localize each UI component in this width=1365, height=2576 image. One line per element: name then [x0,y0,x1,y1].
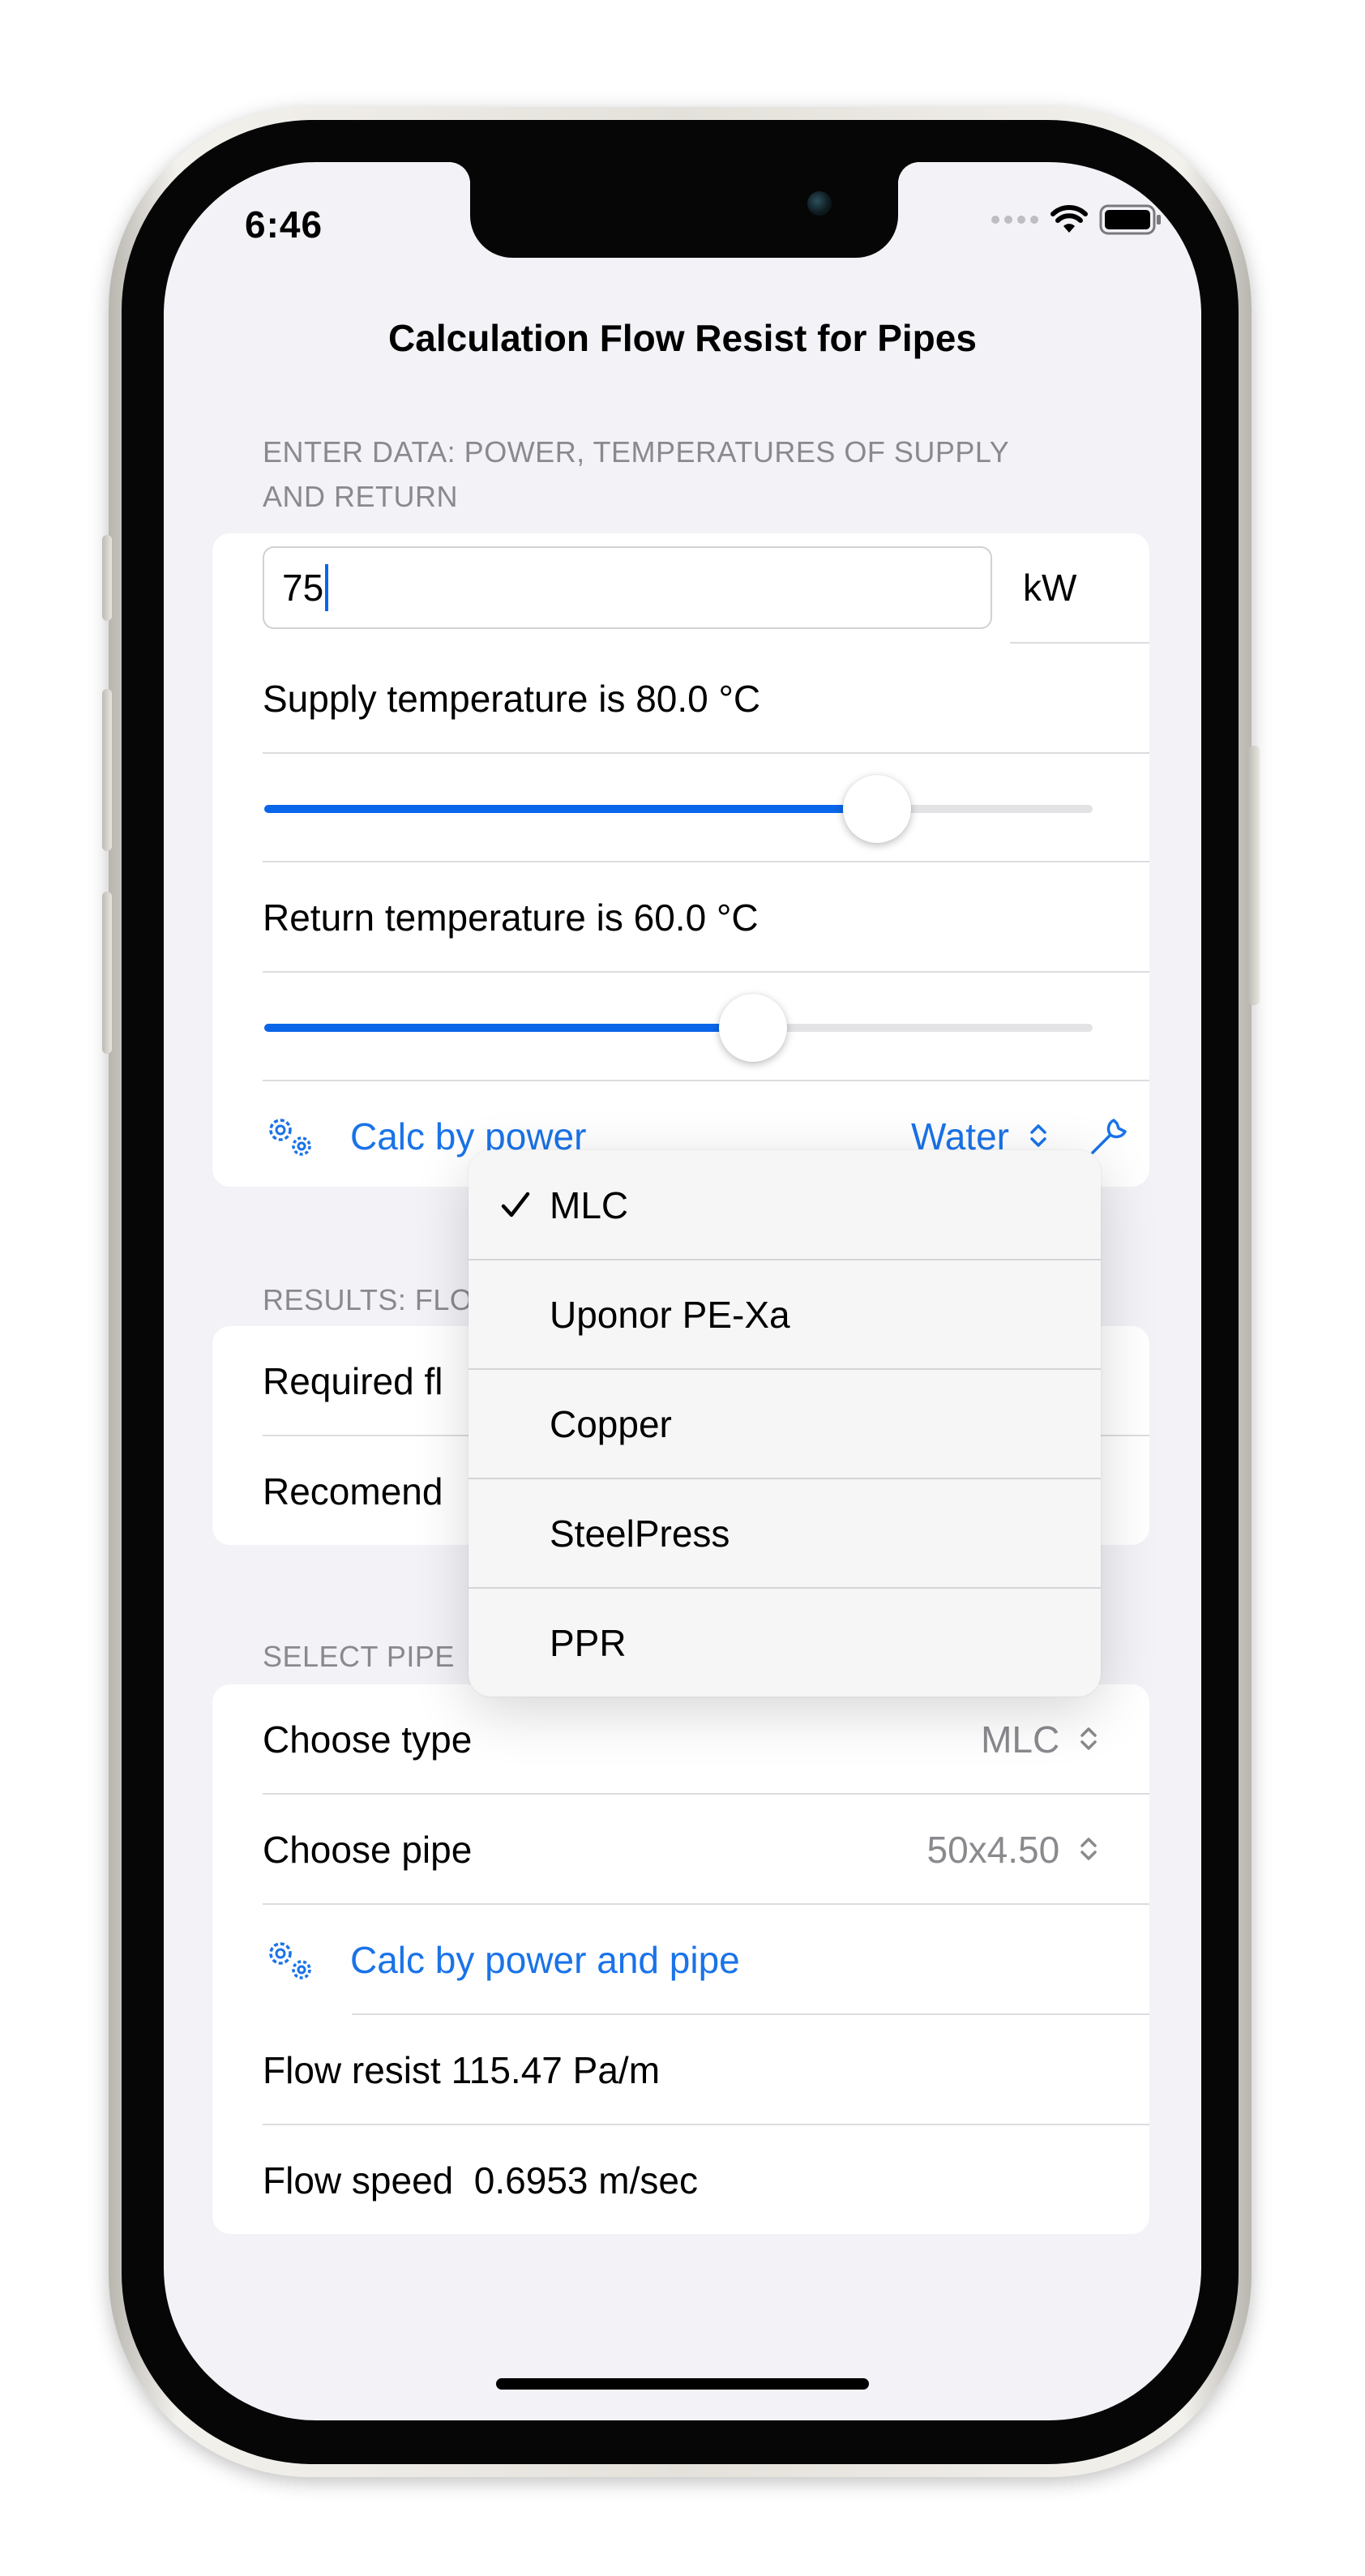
divider [263,971,1149,973]
supply-slider-fill [264,805,878,813]
volume-up-button [102,689,112,851]
chevron-updown-icon [1080,1727,1097,1750]
chevron-updown-icon [1030,1124,1046,1147]
power-input-value: 75 [282,567,324,609]
gears-icon [269,1119,311,1156]
notch [449,162,919,258]
menu-item-label: Copper [550,1402,672,1445]
pipe-card: Choose type MLC Choose pipe 50x4.50 Calc… [212,1684,1149,2234]
menu-item-copper[interactable]: Copper [469,1369,1101,1478]
menu-item-ppr[interactable]: PPR [469,1588,1101,1697]
front-camera [807,191,832,216]
status-time: 6:46 [245,203,323,246]
screen: 6:46 Calculation Flow Resist for Pipes E… [164,162,1201,2420]
choose-type-label: Choose type [263,1718,473,1761]
page-title: Calculation Flow Resist for Pipes [388,317,977,359]
power-unit-label: kW [1023,567,1077,609]
pipe-picker-value: 50x4.50 [926,1829,1060,1871]
menu-item-uponor[interactable]: Uponor PE-Xa [469,1260,1101,1369]
input-section-header: ENTER DATA: POWER, TEMPERATURES OF SUPPL… [263,435,1009,513]
supply-temperature-slider[interactable] [264,775,1093,843]
choose-pipe-row[interactable]: Choose pipe 50x4.50 [263,1795,1149,1905]
menu-item-label: PPR [550,1621,627,1664]
calc-by-power-and-pipe-label: Calc by power and pipe [350,1939,740,1981]
signal-dots-icon [991,216,1038,224]
pipe-type-menu: MLC Uponor PE-Xa Copper SteelPress PPR [469,1150,1101,1697]
menu-item-label: MLC [550,1183,629,1226]
return-slider-knob[interactable] [718,994,787,1062]
menu-item-mlc[interactable]: MLC [469,1150,1101,1260]
type-picker-value: MLC [981,1718,1060,1761]
wifi-icon [1050,205,1088,233]
calc-by-power-and-pipe-button[interactable]: Calc by power and pipe [263,1905,1149,2015]
chevron-updown-icon [1080,1838,1097,1860]
text-caret [325,564,329,611]
return-temperature-slider[interactable] [264,994,1093,1062]
flow-speed-result: Flow speed 0.6953 m/sec [263,2159,698,2202]
mute-switch [102,535,112,621]
supply-slider-knob[interactable] [843,775,912,843]
choose-pipe-label: Choose pipe [263,1829,473,1871]
flow-resist-result: Flow resist 115.47 Pa/m [263,2049,661,2091]
divider [263,752,1149,754]
menu-item-label: SteelPress [550,1512,730,1555]
menu-item-steelpress[interactable]: SteelPress [469,1478,1101,1588]
gears-icon [269,1942,311,1979]
battery-icon [1099,204,1161,235]
home-indicator[interactable] [496,2378,869,2390]
volume-down-button [102,892,112,1054]
return-slider-fill [264,1024,753,1032]
power-button [1248,746,1260,1005]
input-card: 75 kW Supply temperature is 80.0 °C Retu… [212,533,1149,1187]
return-temperature-label: Return temperature is 60.0 °C [263,896,759,939]
status-icons [991,204,1162,235]
choose-type-row[interactable]: Choose type MLC [263,1684,1149,1795]
checkmark-icon [501,1192,530,1217]
menu-item-label: Uponor PE-Xa [550,1293,790,1336]
power-input[interactable]: 75 [263,546,992,629]
supply-temperature-label: Supply temperature is 80.0 °C [263,678,761,720]
type-picker-value-group[interactable]: MLC [981,1718,1099,1761]
pipe-picker-value-group[interactable]: 50x4.50 [927,1828,1099,1872]
